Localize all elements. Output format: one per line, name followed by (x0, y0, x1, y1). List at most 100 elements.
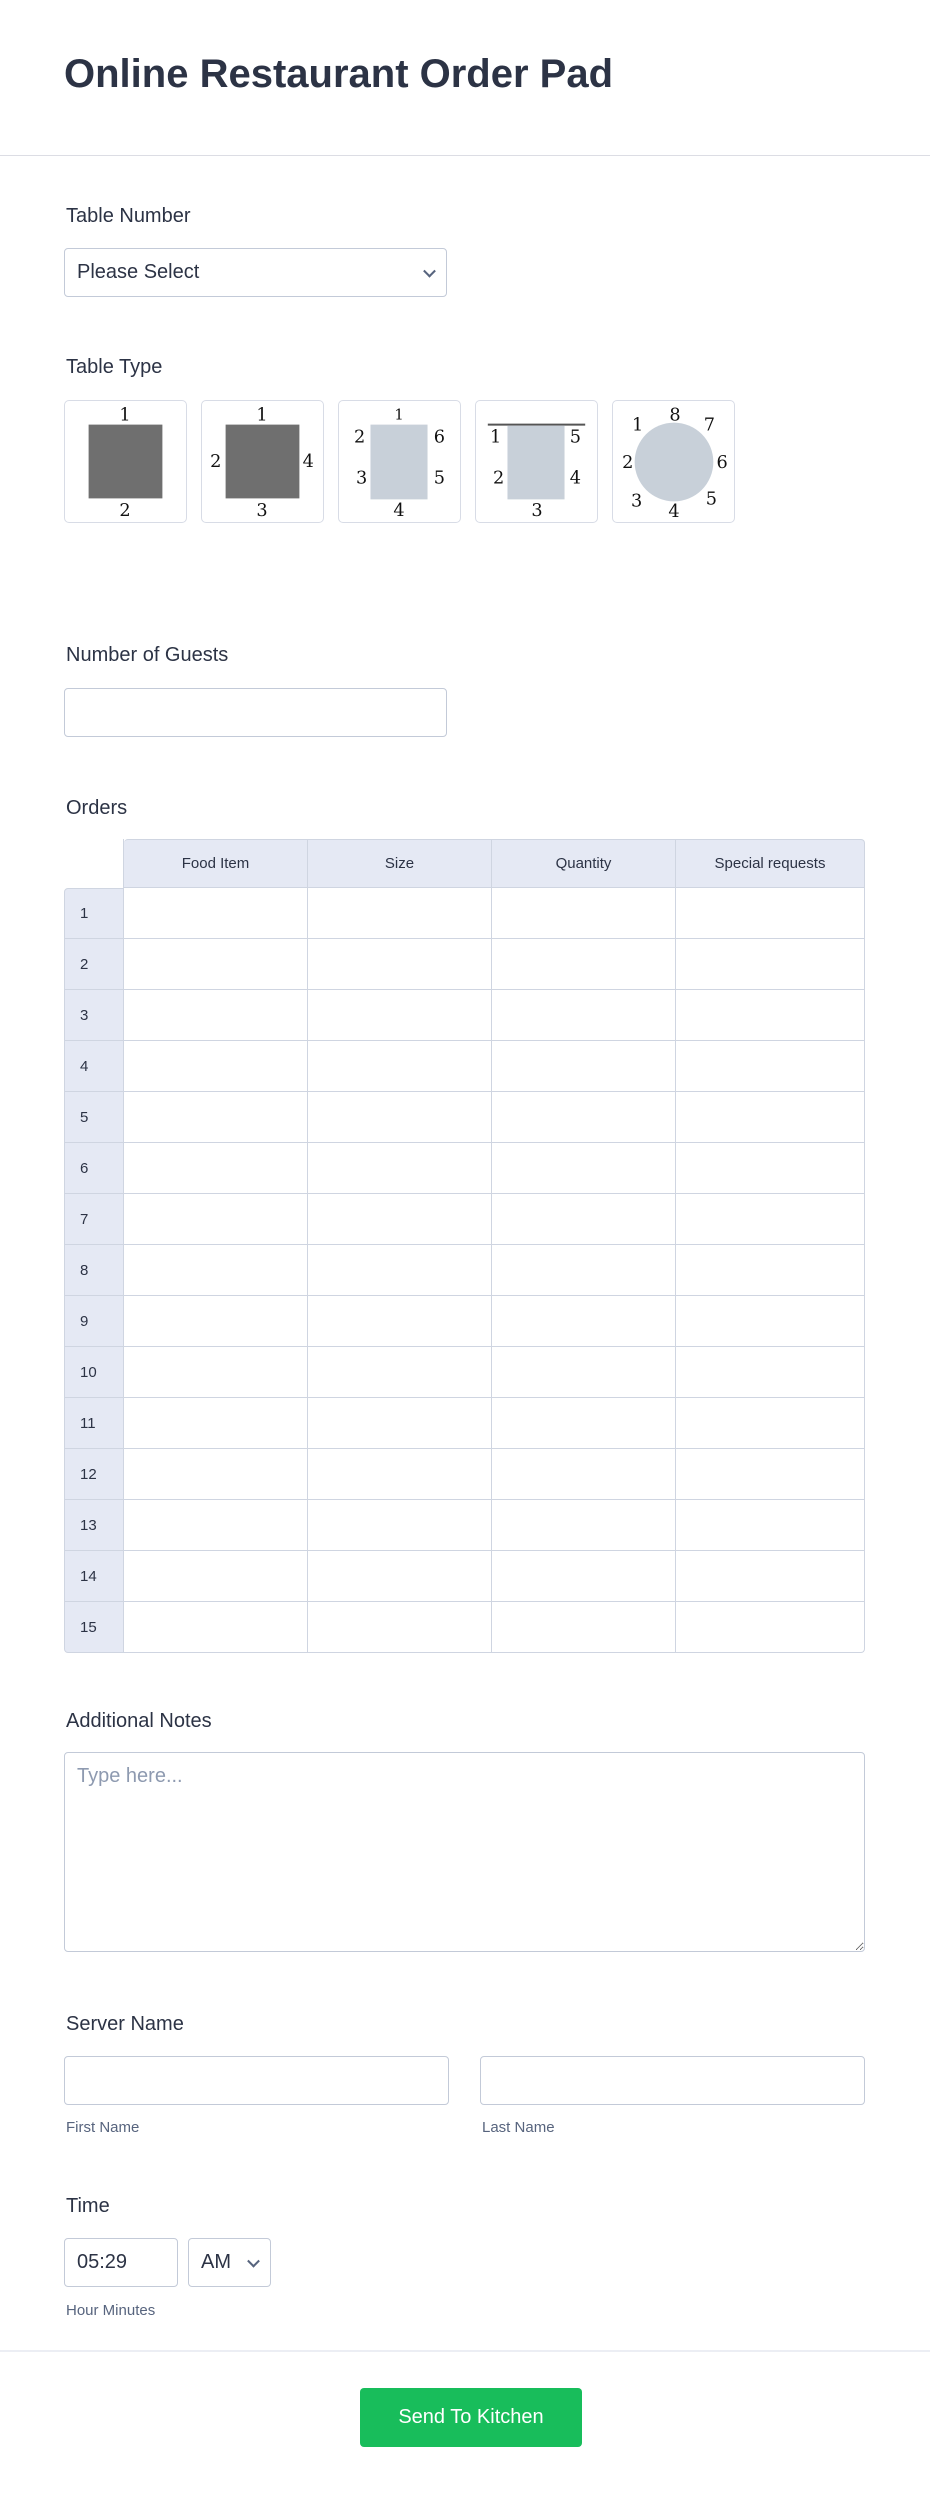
order-cell-food-item[interactable] (124, 1041, 308, 1092)
order-cell-special-requests[interactable] (676, 939, 865, 990)
order-cell-quantity[interactable] (492, 1245, 676, 1296)
order-cell-food-item[interactable] (124, 1245, 308, 1296)
server-last-name-input[interactable] (480, 2056, 865, 2105)
time-sublabel: Hour Minutes (66, 2302, 156, 2319)
order-cell-size[interactable] (308, 1041, 492, 1092)
chevron-down-icon (423, 264, 436, 278)
order-cell-quantity[interactable] (492, 1143, 676, 1194)
order-cell-food-item[interactable] (124, 1347, 308, 1398)
order-cell-food-item[interactable] (124, 1449, 308, 1500)
order-cell-quantity[interactable] (492, 1602, 676, 1653)
table-number-select[interactable]: Please Select (64, 248, 447, 297)
orders-table: Food Item Size Quantity Special requests… (64, 839, 865, 1653)
seat-number: 3 (256, 501, 267, 521)
row-number: 5 (64, 1092, 124, 1143)
order-cell-special-requests[interactable] (676, 1296, 865, 1347)
order-cell-size[interactable] (308, 1347, 492, 1398)
order-cell-food-item[interactable] (124, 1398, 308, 1449)
order-cell-special-requests[interactable] (676, 1449, 865, 1500)
two-seat-square-table-icon: 1 2 (88, 406, 163, 521)
order-cell-special-requests[interactable] (676, 1551, 865, 1602)
order-cell-quantity[interactable] (492, 939, 676, 990)
order-cell-food-item[interactable] (124, 1500, 308, 1551)
order-cell-food-item[interactable] (124, 888, 308, 939)
order-cell-food-item[interactable] (124, 1551, 308, 1602)
orders-header-row: Food Item Size Quantity Special requests (64, 839, 865, 888)
send-to-kitchen-button[interactable]: Send To Kitchen (360, 2388, 582, 2447)
order-row: 11 (64, 1398, 865, 1449)
table-type-option-four-seat-square[interactable]: 1 2 3 4 (201, 400, 324, 523)
seat-number: 7 (704, 416, 715, 436)
seat-number: 1 (119, 406, 130, 426)
order-cell-special-requests[interactable] (676, 1347, 865, 1398)
time-hour-minute-input[interactable] (64, 2238, 178, 2287)
order-cell-size[interactable] (308, 1296, 492, 1347)
order-cell-size[interactable] (308, 1194, 492, 1245)
order-cell-food-item[interactable] (124, 1296, 308, 1347)
six-seat-rectangle-table-icon: 1 2 3 4 5 6 (354, 407, 445, 521)
server-first-name-input[interactable] (64, 2056, 449, 2105)
order-cell-size[interactable] (308, 1143, 492, 1194)
table-type-option-five-seat-booth[interactable]: 1 2 3 4 5 (475, 400, 598, 523)
seat-number: 4 (393, 501, 404, 521)
order-cell-quantity[interactable] (492, 1194, 676, 1245)
order-cell-quantity[interactable] (492, 1041, 676, 1092)
order-row: 10 (64, 1347, 865, 1398)
order-cell-food-item[interactable] (124, 1194, 308, 1245)
seat-number: 6 (717, 453, 728, 473)
order-cell-size[interactable] (308, 1398, 492, 1449)
order-cell-quantity[interactable] (492, 1296, 676, 1347)
seat-number: 5 (570, 427, 581, 447)
order-cell-special-requests[interactable] (676, 1041, 865, 1092)
order-cell-special-requests[interactable] (676, 1245, 865, 1296)
notes-textarea[interactable] (64, 1752, 865, 1952)
order-cell-special-requests[interactable] (676, 888, 865, 939)
order-cell-quantity[interactable] (492, 1398, 676, 1449)
row-number: 12 (64, 1449, 124, 1500)
order-cell-food-item[interactable] (124, 1602, 308, 1653)
order-cell-quantity[interactable] (492, 1500, 676, 1551)
order-cell-food-item[interactable] (124, 1143, 308, 1194)
guests-input[interactable] (64, 688, 447, 737)
table-type-option-eight-seat-round[interactable]: 1 2 3 4 5 6 7 8 (612, 400, 735, 523)
seat-number: 1 (490, 427, 501, 447)
order-cell-quantity[interactable] (492, 1092, 676, 1143)
order-cell-special-requests[interactable] (676, 1398, 865, 1449)
row-number: 13 (64, 1500, 124, 1551)
row-number: 2 (64, 939, 124, 990)
order-cell-size[interactable] (308, 990, 492, 1041)
order-cell-special-requests[interactable] (676, 1500, 865, 1551)
order-cell-size[interactable] (308, 1500, 492, 1551)
table-type-option-two-seat-square[interactable]: 1 2 (64, 400, 187, 523)
order-cell-size[interactable] (308, 1551, 492, 1602)
order-cell-size[interactable] (308, 1449, 492, 1500)
order-cell-special-requests[interactable] (676, 1092, 865, 1143)
order-cell-quantity[interactable] (492, 888, 676, 939)
table-type-option-six-seat-rectangle[interactable]: 1 2 3 4 5 6 (338, 400, 461, 523)
seat-number: 6 (434, 427, 445, 447)
guests-label: Number of Guests (66, 644, 229, 666)
order-cell-size[interactable] (308, 1245, 492, 1296)
ampm-select[interactable]: AM (188, 2238, 271, 2287)
seat-number: 3 (631, 491, 642, 511)
order-cell-special-requests[interactable] (676, 1143, 865, 1194)
order-cell-size[interactable] (308, 888, 492, 939)
order-cell-food-item[interactable] (124, 990, 308, 1041)
order-cell-quantity[interactable] (492, 1449, 676, 1500)
order-cell-quantity[interactable] (492, 1551, 676, 1602)
order-cell-size[interactable] (308, 1602, 492, 1653)
order-row: 4 (64, 1041, 865, 1092)
order-cell-size[interactable] (308, 1092, 492, 1143)
order-cell-special-requests[interactable] (676, 1602, 865, 1653)
order-cell-food-item[interactable] (124, 1092, 308, 1143)
chevron-down-icon (247, 2254, 260, 2268)
first-name-sublabel: First Name (66, 2119, 140, 2136)
order-cell-special-requests[interactable] (676, 1194, 865, 1245)
order-cell-special-requests[interactable] (676, 990, 865, 1041)
eight-seat-round-table-icon: 1 2 3 4 5 6 7 8 (622, 406, 728, 522)
order-cell-quantity[interactable] (492, 1347, 676, 1398)
order-cell-food-item[interactable] (124, 939, 308, 990)
column-header-size: Size (308, 839, 492, 888)
order-cell-size[interactable] (308, 939, 492, 990)
order-cell-quantity[interactable] (492, 990, 676, 1041)
